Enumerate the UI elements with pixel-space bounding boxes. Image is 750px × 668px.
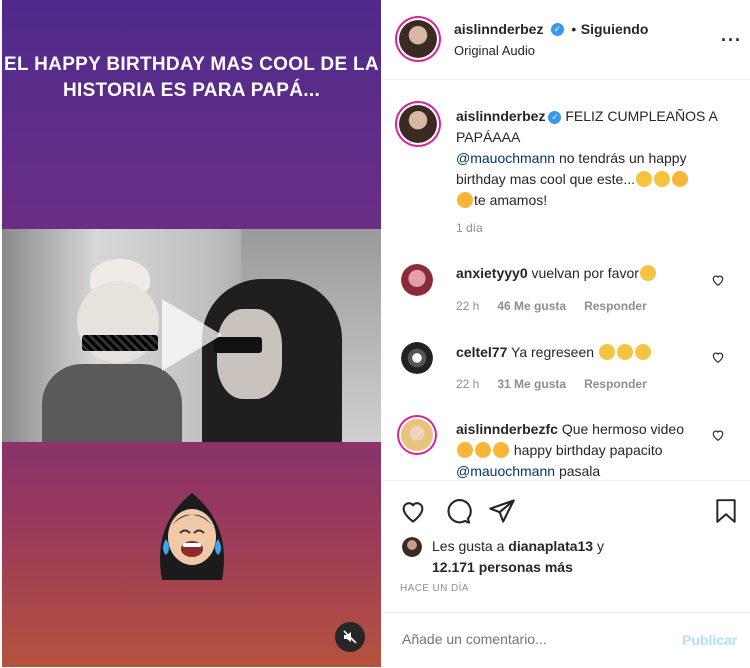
comment-meta: 22 h 46 Me gusta Responder: [456, 299, 647, 313]
media-caption-line-1: EL HAPPY BIRTHDAY MAS COOL DE LA: [4, 54, 379, 75]
reply-button[interactable]: Responder: [584, 299, 647, 313]
likes-count[interactable]: 12.171 personas más: [432, 559, 573, 575]
instagram-post-window: EL HAPPY BIRTHDAY MAS COOL DE LA HISTORI…: [0, 0, 750, 667]
comment-bubble-icon[interactable]: [444, 497, 472, 525]
video-woman-face: [217, 309, 282, 399]
memoji-crying-laughing: [160, 493, 224, 580]
laughing-emoji-icon: [654, 171, 670, 187]
post-timestamp[interactable]: HACE UN DÍA: [400, 583, 469, 594]
caption-text-c: te amamos!: [474, 192, 548, 208]
sad-emoji-icon: [598, 344, 615, 360]
comment-meta: 22 h 31 Me gusta Responder: [456, 377, 647, 391]
comment-like-heart-icon[interactable]: [711, 273, 725, 287]
save-bookmark-icon[interactable]: [713, 497, 739, 525]
crying-emoji-icon: [639, 265, 656, 281]
more-options-icon[interactable]: ···: [721, 30, 742, 51]
pixel-sunglasses: [82, 335, 158, 351]
comment-like-heart-icon[interactable]: [711, 428, 725, 442]
play-icon[interactable]: [162, 299, 222, 371]
caption-username[interactable]: aislinnderbez: [456, 108, 545, 124]
comment-composer: Publicar: [382, 612, 750, 668]
post-sidebar: aislinnderbez ✓ • Siguiendo Original Aud…: [382, 0, 750, 667]
comment-input[interactable]: [400, 630, 664, 648]
liker-avatar[interactable]: [402, 537, 422, 557]
comment-text: aislinnderbezfc Que hermoso video happy …: [456, 419, 696, 482]
liker-username[interactable]: dianaplata13: [508, 538, 593, 554]
post-media[interactable]: EL HAPPY BIRTHDAY MAS COOL DE LA HISTORI…: [2, 0, 381, 667]
comment-username[interactable]: celtel77: [456, 344, 507, 360]
video-girl-body: [42, 364, 182, 442]
sad-emoji-icon: [634, 344, 651, 360]
comment-time: 22 h: [456, 377, 480, 391]
comment-body-b: happy birthday papacito: [513, 442, 663, 458]
header-username[interactable]: aislinnderbez: [454, 21, 543, 37]
comment-username[interactable]: aislinnderbezfc: [456, 421, 558, 437]
smiling-hearts-emoji-icon: [457, 192, 473, 208]
likes-conjunction: y: [597, 538, 604, 554]
like-heart-icon[interactable]: [399, 497, 427, 525]
publish-button[interactable]: Publicar: [682, 632, 737, 648]
comment-text: celtel77 Ya regreseen: [456, 342, 696, 363]
comment-likes[interactable]: 31 Me gusta: [497, 377, 566, 391]
post-header: aislinnderbez ✓ • Siguiendo Original Aud…: [382, 0, 750, 80]
verified-badge-icon: ✓: [548, 110, 562, 124]
caption-time: 1 día: [456, 221, 483, 235]
comment-avatar[interactable]: [401, 342, 433, 374]
header-user-line: aislinnderbez ✓ • Siguiendo: [454, 21, 648, 39]
comment-avatar[interactable]: [401, 264, 433, 296]
share-paper-plane-icon[interactable]: [488, 497, 516, 525]
mute-button[interactable]: [335, 622, 365, 652]
video-frame[interactable]: [2, 229, 381, 442]
comment-username[interactable]: anxietyyy0: [456, 265, 528, 281]
comment-time: 22 h: [456, 299, 480, 313]
following-button[interactable]: Siguiendo: [581, 21, 649, 37]
header-avatar[interactable]: [399, 20, 437, 58]
audio-label[interactable]: Original Audio: [454, 43, 535, 58]
heart-eyes-emoji-icon: [457, 442, 473, 458]
reply-button[interactable]: Responder: [584, 377, 647, 391]
comment-body: vuelvan por favor: [531, 265, 639, 281]
caption-avatar[interactable]: [399, 105, 437, 143]
speaker-muted-icon: [343, 630, 357, 644]
media-caption-line-2: HISTORIA ES PARA PAPÁ...: [62, 80, 321, 101]
sad-emoji-icon: [616, 344, 633, 360]
comment-body-c: pasala: [558, 463, 601, 479]
heart-eyes-emoji-icon: [493, 442, 509, 458]
follow-separator: •: [571, 21, 577, 37]
media-caption-text: EL HAPPY BIRTHDAY MAS COOL DE LA HISTORI…: [2, 52, 381, 104]
comment-like-heart-icon[interactable]: [711, 350, 725, 364]
comment-likes[interactable]: 46 Me gusta: [497, 299, 566, 313]
comment-text: anxietyyy0 vuelvan por favor: [456, 263, 696, 284]
smiling-hearts-emoji-icon: [672, 171, 688, 187]
laughing-emoji-icon: [636, 171, 652, 187]
likes-summary: Les gusta a dianaplata13 y 12.171 person…: [432, 536, 732, 578]
heart-eyes-emoji-icon: [475, 442, 491, 458]
likes-prefix: Les gusta a: [432, 538, 505, 554]
caption-text: aislinnderbez ✓ FELIZ CUMPLEAÑOS A PAPÁAA…: [456, 106, 736, 211]
caption-mention[interactable]: @mauochmann: [456, 150, 555, 166]
comment-avatar[interactable]: [401, 419, 433, 451]
comment-body: Ya regreseen: [511, 344, 595, 360]
verified-badge-icon: ✓: [550, 23, 564, 37]
comment-body-a: Que hermoso video: [561, 421, 684, 437]
comment-mention[interactable]: @mauochmann: [456, 463, 555, 479]
